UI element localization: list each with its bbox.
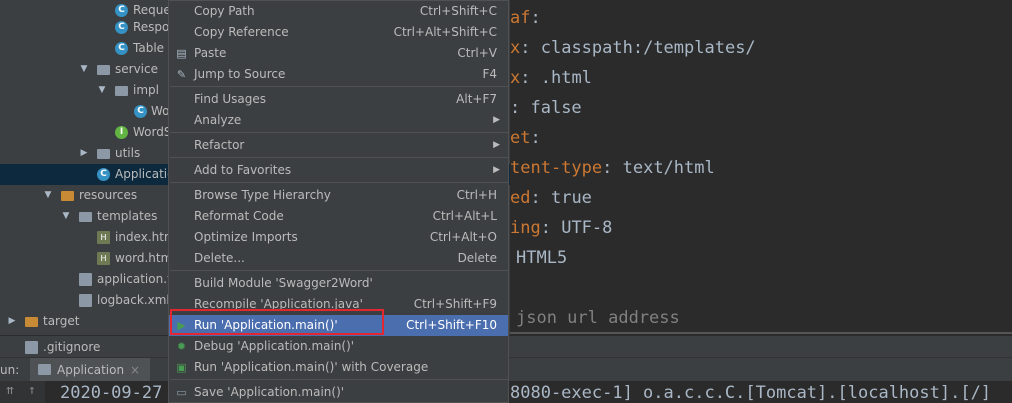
menu-item-add-to-favorites[interactable]: Add to Favorites ▶: [169, 160, 508, 181]
tree-item-label: word.htm: [115, 251, 173, 265]
tree-item-label: application.y: [97, 272, 175, 286]
tree-item-label: index.htm: [115, 230, 176, 244]
tree-item-label: Respo: [133, 20, 170, 34]
folder-icon: [97, 149, 110, 159]
clipboard-icon: ▤: [176, 47, 187, 60]
editor-line: et:: [510, 128, 541, 148]
run-tab-application[interactable]: Application ×: [30, 358, 150, 382]
menu-separator: [170, 379, 508, 380]
xml-file-icon: [79, 294, 92, 307]
scroll-up-icon[interactable]: ↑: [28, 383, 36, 398]
html-file-icon: H: [97, 231, 110, 244]
menu-separator: [170, 182, 508, 183]
editor-line: ed: true: [510, 188, 592, 208]
tree-item-label: WordS: [133, 125, 172, 139]
menu-item-build-module[interactable]: Build Module 'Swagger2Word': [169, 273, 508, 294]
interface-icon: I: [115, 126, 128, 139]
resources-folder-icon: [61, 191, 74, 201]
console-gutter: ⇈ ↑: [0, 381, 45, 403]
editor-line: x: .html: [510, 68, 592, 88]
close-icon[interactable]: ×: [130, 358, 140, 382]
html-file-icon: H: [97, 252, 110, 265]
tree-item-label: impl: [133, 83, 159, 97]
menu-separator: [170, 132, 508, 133]
tree-item-label: Table: [133, 41, 165, 55]
submenu-arrow-icon: ▶: [493, 165, 500, 175]
editor-line: json url address: [516, 308, 680, 328]
context-menu: Copy Path Ctrl+Shift+C Copy Reference Ctrl…: [168, 0, 509, 403]
expand-arrow-icon[interactable]: ▼: [61, 206, 71, 227]
menu-item-optimize-imports[interactable]: Optimize Imports Ctrl+Alt+O: [169, 227, 508, 248]
expand-arrow-icon[interactable]: ▼: [97, 80, 107, 101]
menu-item-reformat-code[interactable]: Reformat Code Ctrl+Alt+L: [169, 206, 508, 227]
menu-item-jump-to-source[interactable]: ✎ Jump to Source F4: [169, 64, 508, 85]
submenu-arrow-icon: ▶: [493, 115, 500, 125]
debug-icon: ✹: [176, 340, 187, 353]
tree-item-label: utils: [115, 146, 141, 160]
editor-line: ing: UTF-8: [510, 218, 613, 238]
folder-icon: [97, 65, 110, 75]
menu-separator: [170, 86, 508, 87]
menu-item-copy-path[interactable]: Copy Path Ctrl+Shift+C: [169, 1, 508, 22]
run-panel-label: un:: [0, 363, 20, 377]
tree-item-label: service: [115, 62, 158, 76]
collapse-arrow-icon[interactable]: ▶: [79, 143, 89, 164]
menu-item-copy-reference[interactable]: Copy Reference Ctrl+Alt+Shift+C: [169, 22, 508, 43]
console-line-start: 2020-09-27: [60, 383, 163, 403]
class-icon: C: [115, 21, 128, 34]
tree-item-label: Wo: [151, 104, 170, 118]
editor-line: af:: [510, 8, 541, 28]
class-icon: C: [115, 4, 128, 17]
menu-item-analyze[interactable]: Analyze ▶: [169, 110, 508, 131]
yaml-file-icon: [79, 273, 92, 286]
editor-line: x: classpath:/templates/: [510, 38, 756, 58]
run-tab-label: Application: [57, 363, 125, 377]
menu-item-debug[interactable]: ✹ Debug 'Application.main()': [169, 336, 508, 357]
menu-item-browse-type-hierarchy[interactable]: Browse Type Hierarchy Ctrl+H: [169, 185, 508, 206]
menu-separator: [170, 270, 508, 271]
annotation-highlight-box: [170, 309, 384, 335]
up-arrow-icon[interactable]: ⇈: [6, 383, 14, 398]
gitignore-file-icon: [25, 341, 38, 354]
coverage-icon: ▣: [176, 361, 187, 374]
menu-item-run-with-coverage[interactable]: ▣ Run 'Application.main()' with Coverage: [169, 357, 508, 378]
application-run-icon: [38, 364, 51, 375]
pencil-icon: ✎: [176, 68, 187, 81]
class-icon: C: [97, 168, 110, 181]
tree-item-label: resources: [79, 188, 138, 202]
code-editor[interactable]: af: x: classpath:/templates/ x: .html : …: [510, 0, 1012, 335]
expand-arrow-icon[interactable]: ▼: [79, 59, 89, 80]
menu-item-delete[interactable]: Delete... Delete: [169, 248, 508, 269]
folder-icon: [115, 86, 128, 96]
menu-item-paste[interactable]: ▤ Paste Ctrl+V: [169, 43, 508, 64]
tree-item-label: logback.xml: [97, 293, 170, 307]
editor-line: tent-type: text/html: [510, 158, 715, 178]
tree-item-label: templates: [97, 209, 158, 223]
tree-item-label: target: [43, 314, 80, 328]
expand-arrow-icon[interactable]: ▼: [43, 185, 53, 206]
collapse-arrow-icon[interactable]: ▶: [7, 311, 17, 332]
editor-line: : false: [510, 98, 582, 118]
save-icon: ▭: [176, 386, 187, 399]
console-line-end: 8080-exec-1] o.a.c.c.C.[Tomcat].[localho…: [510, 383, 992, 403]
folder-icon: [79, 212, 92, 222]
editor-divider: [510, 332, 1012, 334]
submenu-arrow-icon: ▶: [493, 140, 500, 150]
editor-line: HTML5: [516, 248, 568, 268]
menu-item-refactor[interactable]: Refactor ▶: [169, 135, 508, 156]
menu-separator: [170, 157, 508, 158]
tree-item-label: Applicatio: [115, 167, 175, 181]
menu-item-save-configuration[interactable]: ▭ Save 'Application.main()': [169, 382, 508, 403]
tree-item-label[interactable]: .gitignore: [43, 336, 100, 358]
class-icon: C: [134, 105, 147, 118]
class-icon: C: [115, 42, 128, 55]
menu-item-find-usages[interactable]: Find Usages Alt+F7: [169, 89, 508, 110]
folder-icon: [25, 317, 38, 327]
